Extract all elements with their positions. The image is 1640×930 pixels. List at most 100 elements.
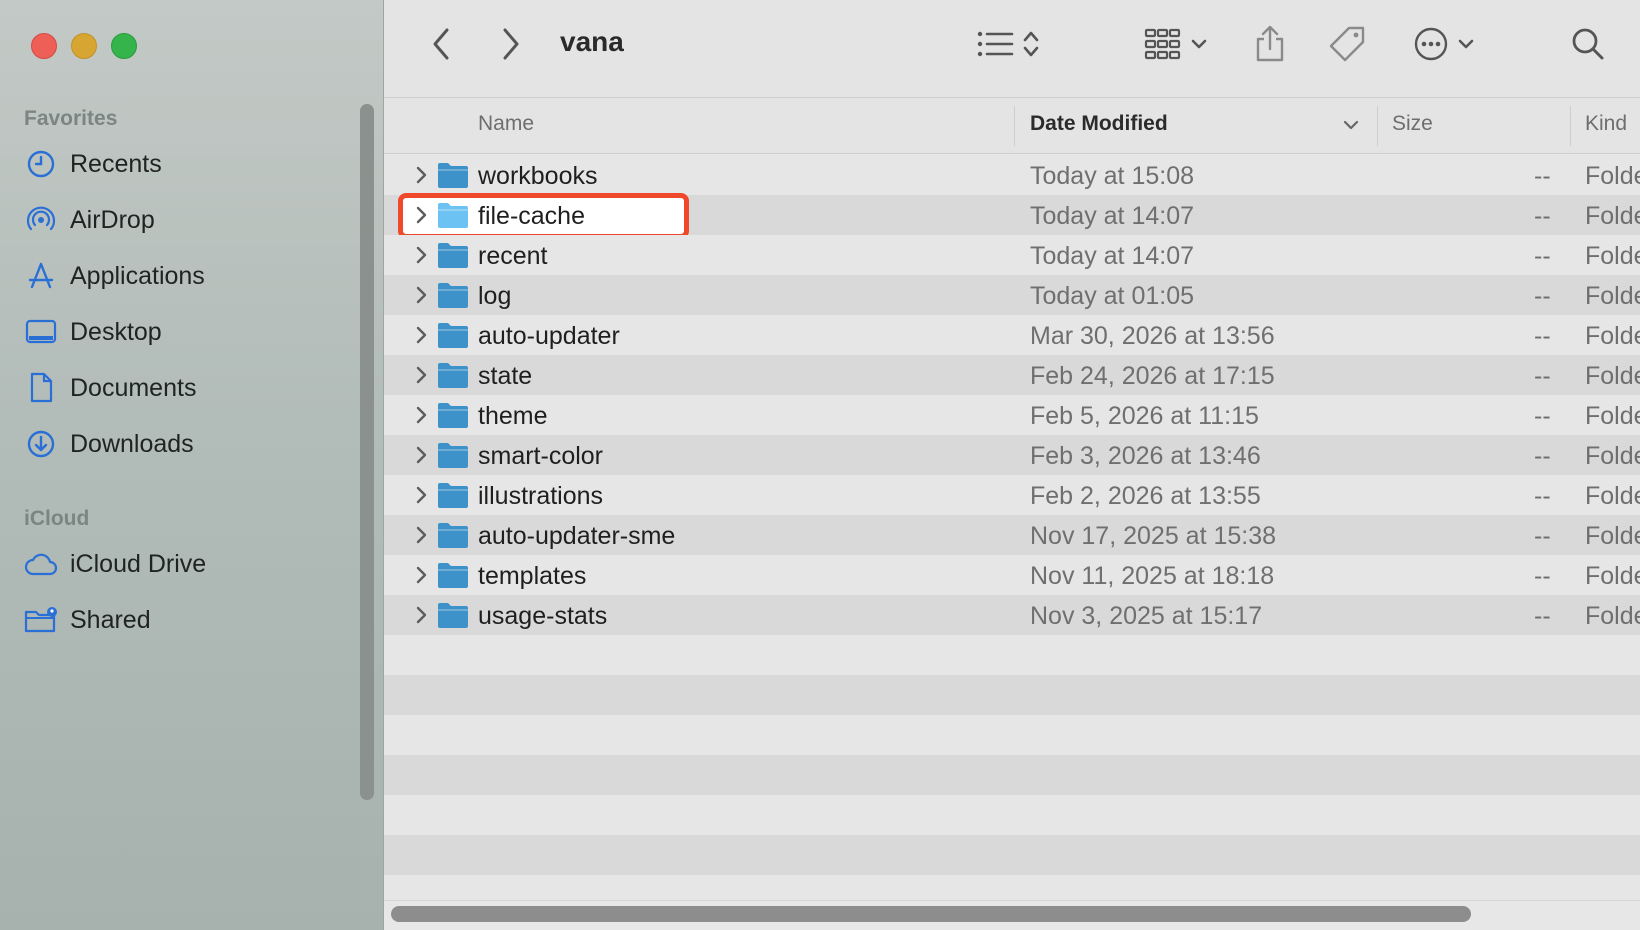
file-list: workbooks Today at 15:08 -- Folder file-cach… [384,155,1640,915]
disclosure-chevron-icon[interactable] [410,484,432,506]
action-menu-button[interactable] [1404,24,1484,68]
disclosure-chevron-icon[interactable] [410,444,432,466]
table-row[interactable]: smart-color Feb 3, 2026 at 13:46 -- Folder [384,435,1640,475]
table-row[interactable]: recent Today at 14:07 -- Folder [384,235,1640,275]
sidebar-item-label: Recents [70,149,162,178]
file-size: -- [1534,282,1551,310]
date-modified: Today at 14:07 [1030,202,1195,230]
sidebar-item-label: AirDrop [70,205,155,234]
file-name: theme [478,402,548,430]
folder-icon [436,321,470,349]
share-button[interactable] [1248,22,1292,70]
column-divider[interactable] [1377,106,1378,146]
sidebar-item-label: Documents [70,373,197,402]
table-row[interactable]: auto-updater-sme Nov 17, 2025 at 15:38 -- F… [384,515,1640,555]
view-mode-button[interactable] [968,24,1048,68]
date-modified: Today at 15:08 [1030,162,1195,190]
sidebar-item-airdrop[interactable]: AirDrop [24,197,344,243]
group-by-button[interactable] [1136,24,1216,68]
table-row[interactable]: theme Feb 5, 2026 at 11:15 -- Folder [384,395,1640,435]
file-size: -- [1534,402,1551,430]
disclosure-chevron-icon[interactable] [410,324,432,346]
date-modified: Mar 30, 2026 at 13:56 [1030,322,1275,350]
table-row[interactable]: workbooks Today at 15:08 -- Folder [384,155,1640,195]
disclosure-chevron-icon[interactable] [410,204,432,226]
column-size[interactable]: Size [1392,112,1433,136]
download-icon [24,427,58,461]
file-name: log [478,282,512,310]
table-row[interactable]: illustrations Feb 2, 2026 at 13:55 -- Folde… [384,475,1640,515]
disclosure-chevron-icon[interactable] [410,164,432,186]
airdrop-icon [24,203,58,237]
chevron-down-icon [1190,37,1208,55]
date-modified: Today at 01:05 [1030,282,1195,310]
column-date-modified[interactable]: Date Modified [1030,112,1168,136]
sidebar-scrollbar[interactable] [360,104,374,800]
back-button[interactable] [422,26,462,66]
grid-icon [1144,28,1182,65]
file-name: auto-updater-sme [478,522,676,550]
cloud-icon [24,547,58,581]
table-row[interactable]: usage-stats Nov 3, 2025 at 15:17 -- Folder [384,595,1640,635]
file-name: workbooks [478,162,598,190]
table-row[interactable]: file-cache Today at 14:07 -- Folder [384,193,1640,239]
sidebar-item-label: Shared [70,605,151,634]
disclosure-chevron-icon[interactable] [410,524,432,546]
disclosure-chevron-icon[interactable] [410,404,432,426]
document-icon [24,371,58,405]
column-name[interactable]: Name [478,112,534,136]
horizontal-scrollbar[interactable] [391,906,1471,922]
date-modified: Feb 3, 2026 at 13:46 [1030,442,1261,470]
sidebar-item-desktop[interactable]: Desktop [24,309,344,355]
forward-button[interactable] [490,26,530,66]
file-size: -- [1534,522,1551,550]
sidebar-item-documents[interactable]: Documents [24,365,344,411]
zoom-window-button[interactable] [111,33,137,59]
file-name: auto-updater [478,322,620,350]
disclosure-chevron-icon[interactable] [410,564,432,586]
folder-icon [436,241,470,269]
empty-row [384,635,1640,675]
file-kind: Folder [1585,362,1640,390]
file-kind: Folder [1585,322,1640,350]
table-row[interactable]: log Today at 01:05 -- Folder [384,275,1640,315]
column-kind[interactable]: Kind [1585,112,1627,136]
folder-icon [436,201,470,229]
sort-chevron-down-icon[interactable] [1342,118,1360,136]
empty-row [384,755,1640,795]
column-header: Name Date Modified Size Kind [384,98,1640,154]
disclosure-chevron-icon[interactable] [410,604,432,626]
table-row[interactable]: state Feb 24, 2026 at 17:15 -- Folder [384,355,1640,395]
folder-icon [436,441,470,469]
sidebar-item-recents[interactable]: Recents [24,141,344,187]
disclosure-chevron-icon[interactable] [410,244,432,266]
minimize-window-button[interactable] [71,33,97,59]
file-kind: Folder [1585,522,1640,550]
close-window-button[interactable] [31,33,57,59]
search-button[interactable] [1566,24,1610,68]
sidebar-item-label: Downloads [70,429,194,458]
sidebar: Favorites Recents AirDrop Applications D… [0,0,384,930]
tags-button[interactable] [1324,22,1370,70]
sidebar-item-downloads[interactable]: Downloads [24,421,344,467]
table-row[interactable]: auto-updater Mar 30, 2026 at 13:56 -- Folde… [384,315,1640,355]
disclosure-chevron-icon[interactable] [410,364,432,386]
favorites-section-label: Favorites [24,107,118,130]
file-name: state [478,362,533,390]
sidebar-item-shared[interactable]: Shared [24,597,344,643]
file-kind: Folder [1585,442,1640,470]
file-kind: Folder [1585,482,1640,510]
column-divider[interactable] [1014,106,1015,146]
file-name: illustrations [478,482,604,510]
table-row[interactable]: templates Nov 11, 2025 at 18:18 -- Folder [384,555,1640,595]
file-size: -- [1534,242,1551,270]
disclosure-chevron-icon[interactable] [410,284,432,306]
sidebar-item-icloud-drive[interactable]: iCloud Drive [24,541,344,587]
sidebar-item-applications[interactable]: Applications [24,253,344,299]
date-modified: Nov 17, 2025 at 15:38 [1030,522,1277,550]
file-size: -- [1534,442,1551,470]
folder-icon [436,481,470,509]
empty-row [384,835,1640,875]
column-divider[interactable] [1570,106,1571,146]
empty-row [384,715,1640,755]
